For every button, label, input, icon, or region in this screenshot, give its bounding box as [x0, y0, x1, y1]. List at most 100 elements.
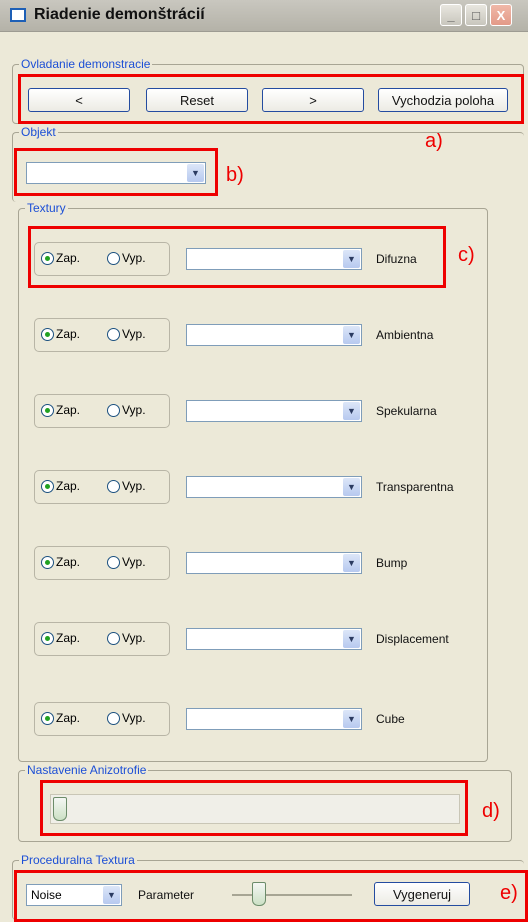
texture-dropdown[interactable]: ▼ [186, 400, 362, 422]
texture-dropdown[interactable]: ▼ [186, 628, 362, 650]
parameter-slider-thumb[interactable] [252, 882, 266, 906]
radio-off-label: Vyp. [122, 479, 146, 493]
radio-on-label: Zap. [56, 251, 81, 265]
maximize-button[interactable]: □ [465, 4, 487, 26]
texture-radio-group: Zap. Vyp. [34, 242, 170, 276]
textures-legend: Textury [25, 201, 68, 215]
parameter-label: Parameter [138, 888, 195, 902]
radio-off-label: Vyp. [122, 251, 146, 265]
texture-name: Transparentna [376, 480, 454, 494]
object-dropdown[interactable]: ▼ [26, 162, 206, 184]
texture-name: Spekularna [376, 404, 437, 418]
next-button[interactable]: > [262, 88, 364, 112]
radio-off[interactable]: Vyp. [107, 251, 146, 265]
generate-button[interactable]: Vygeneruj [374, 882, 470, 906]
radio-on[interactable]: Zap. [41, 711, 80, 725]
chevron-down-icon: ▼ [343, 478, 360, 496]
radio-off-label: Vyp. [122, 631, 146, 645]
radio-on-label: Zap. [56, 555, 81, 569]
radio-off-label: Vyp. [122, 711, 146, 725]
texture-radio-group: Zap. Vyp. [34, 394, 170, 428]
texture-dropdown[interactable]: ▼ [186, 248, 362, 270]
annotation-label-c: c) [458, 244, 475, 266]
close-button[interactable]: X [490, 4, 512, 26]
texture-name: Ambientna [376, 328, 434, 342]
radio-on-icon [41, 327, 54, 341]
radio-off-icon [107, 555, 120, 569]
texture-radio-group: Zap. Vyp. [34, 702, 170, 736]
radio-on-label: Zap. [56, 631, 81, 645]
prev-button[interactable]: < [28, 88, 130, 112]
title-bar: Riadenie demonštrácií _ □ X [0, 0, 528, 32]
chevron-down-icon: ▼ [343, 710, 360, 728]
radio-on-label: Zap. [56, 711, 81, 725]
texture-name: Bump [376, 556, 408, 570]
parameter-slider[interactable] [232, 894, 352, 896]
radio-on[interactable]: Zap. [41, 327, 80, 341]
object-legend: Objekt [19, 125, 58, 139]
radio-off-label: Vyp. [122, 555, 146, 569]
chevron-down-icon: ▼ [103, 886, 120, 904]
texture-name: Difuzna [376, 252, 417, 266]
radio-on-label: Zap. [56, 403, 81, 417]
texture-dropdown[interactable]: ▼ [186, 708, 362, 730]
demo-control-legend: Ovladanie demonstracie [19, 57, 153, 71]
texture-radio-group: Zap. Vyp. [34, 318, 170, 352]
texture-name: Cube [376, 712, 405, 726]
radio-off[interactable]: Vyp. [107, 327, 146, 341]
texture-name: Displacement [376, 632, 449, 646]
radio-off-label: Vyp. [122, 403, 146, 417]
annotation-label-e: e) [500, 882, 518, 904]
radio-on-icon [41, 403, 54, 417]
texture-dropdown[interactable]: ▼ [186, 552, 362, 574]
texture-radio-group: Zap. Vyp. [34, 546, 170, 580]
radio-on[interactable]: Zap. [41, 251, 80, 265]
radio-off[interactable]: Vyp. [107, 711, 146, 725]
radio-on-icon [41, 555, 54, 569]
texture-dropdown[interactable]: ▼ [186, 324, 362, 346]
chevron-down-icon: ▼ [343, 554, 360, 572]
chevron-down-icon: ▼ [343, 250, 360, 268]
procedural-legend: Proceduralna Textura [19, 853, 137, 867]
chevron-down-icon: ▼ [187, 164, 204, 182]
radio-on[interactable]: Zap. [41, 403, 80, 417]
window-title: Riadenie demonštrácií [34, 6, 205, 23]
radio-off[interactable]: Vyp. [107, 555, 146, 569]
radio-off-icon [107, 327, 120, 341]
radio-off[interactable]: Vyp. [107, 403, 146, 417]
radio-off-icon [107, 403, 120, 417]
texture-radio-group: Zap. Vyp. [34, 470, 170, 504]
noise-value: Noise [31, 888, 62, 902]
annotation-label-d: d) [482, 800, 500, 822]
radio-on-icon [41, 631, 54, 645]
radio-off-icon [107, 631, 120, 645]
chevron-down-icon: ▼ [343, 630, 360, 648]
reset-button[interactable]: Reset [146, 88, 248, 112]
radio-on-icon [41, 711, 54, 725]
noise-dropdown[interactable]: Noise ▼ [26, 884, 122, 906]
radio-off-icon [107, 479, 120, 493]
window-icon [10, 8, 26, 22]
radio-on-label: Zap. [56, 327, 81, 341]
radio-off[interactable]: Vyp. [107, 479, 146, 493]
radio-on[interactable]: Zap. [41, 479, 80, 493]
chevron-down-icon: ▼ [343, 326, 360, 344]
chevron-down-icon: ▼ [343, 402, 360, 420]
radio-off[interactable]: Vyp. [107, 631, 146, 645]
radio-off-label: Vyp. [122, 327, 146, 341]
radio-off-icon [107, 251, 120, 265]
anisotropy-legend: Nastavenie Anizotrofie [25, 763, 149, 777]
annotation-label-b: b) [226, 164, 244, 186]
radio-on-label: Zap. [56, 479, 81, 493]
anisotropy-slider[interactable] [50, 794, 460, 824]
radio-off-icon [107, 711, 120, 725]
minimize-button[interactable]: _ [440, 4, 462, 26]
default-position-button[interactable]: Vychodzia poloha [378, 88, 508, 112]
texture-dropdown[interactable]: ▼ [186, 476, 362, 498]
radio-on[interactable]: Zap. [41, 631, 80, 645]
slider-thumb[interactable] [53, 797, 67, 821]
radio-on-icon [41, 251, 54, 265]
radio-on[interactable]: Zap. [41, 555, 80, 569]
radio-on-icon [41, 479, 54, 493]
texture-radio-group: Zap. Vyp. [34, 622, 170, 656]
